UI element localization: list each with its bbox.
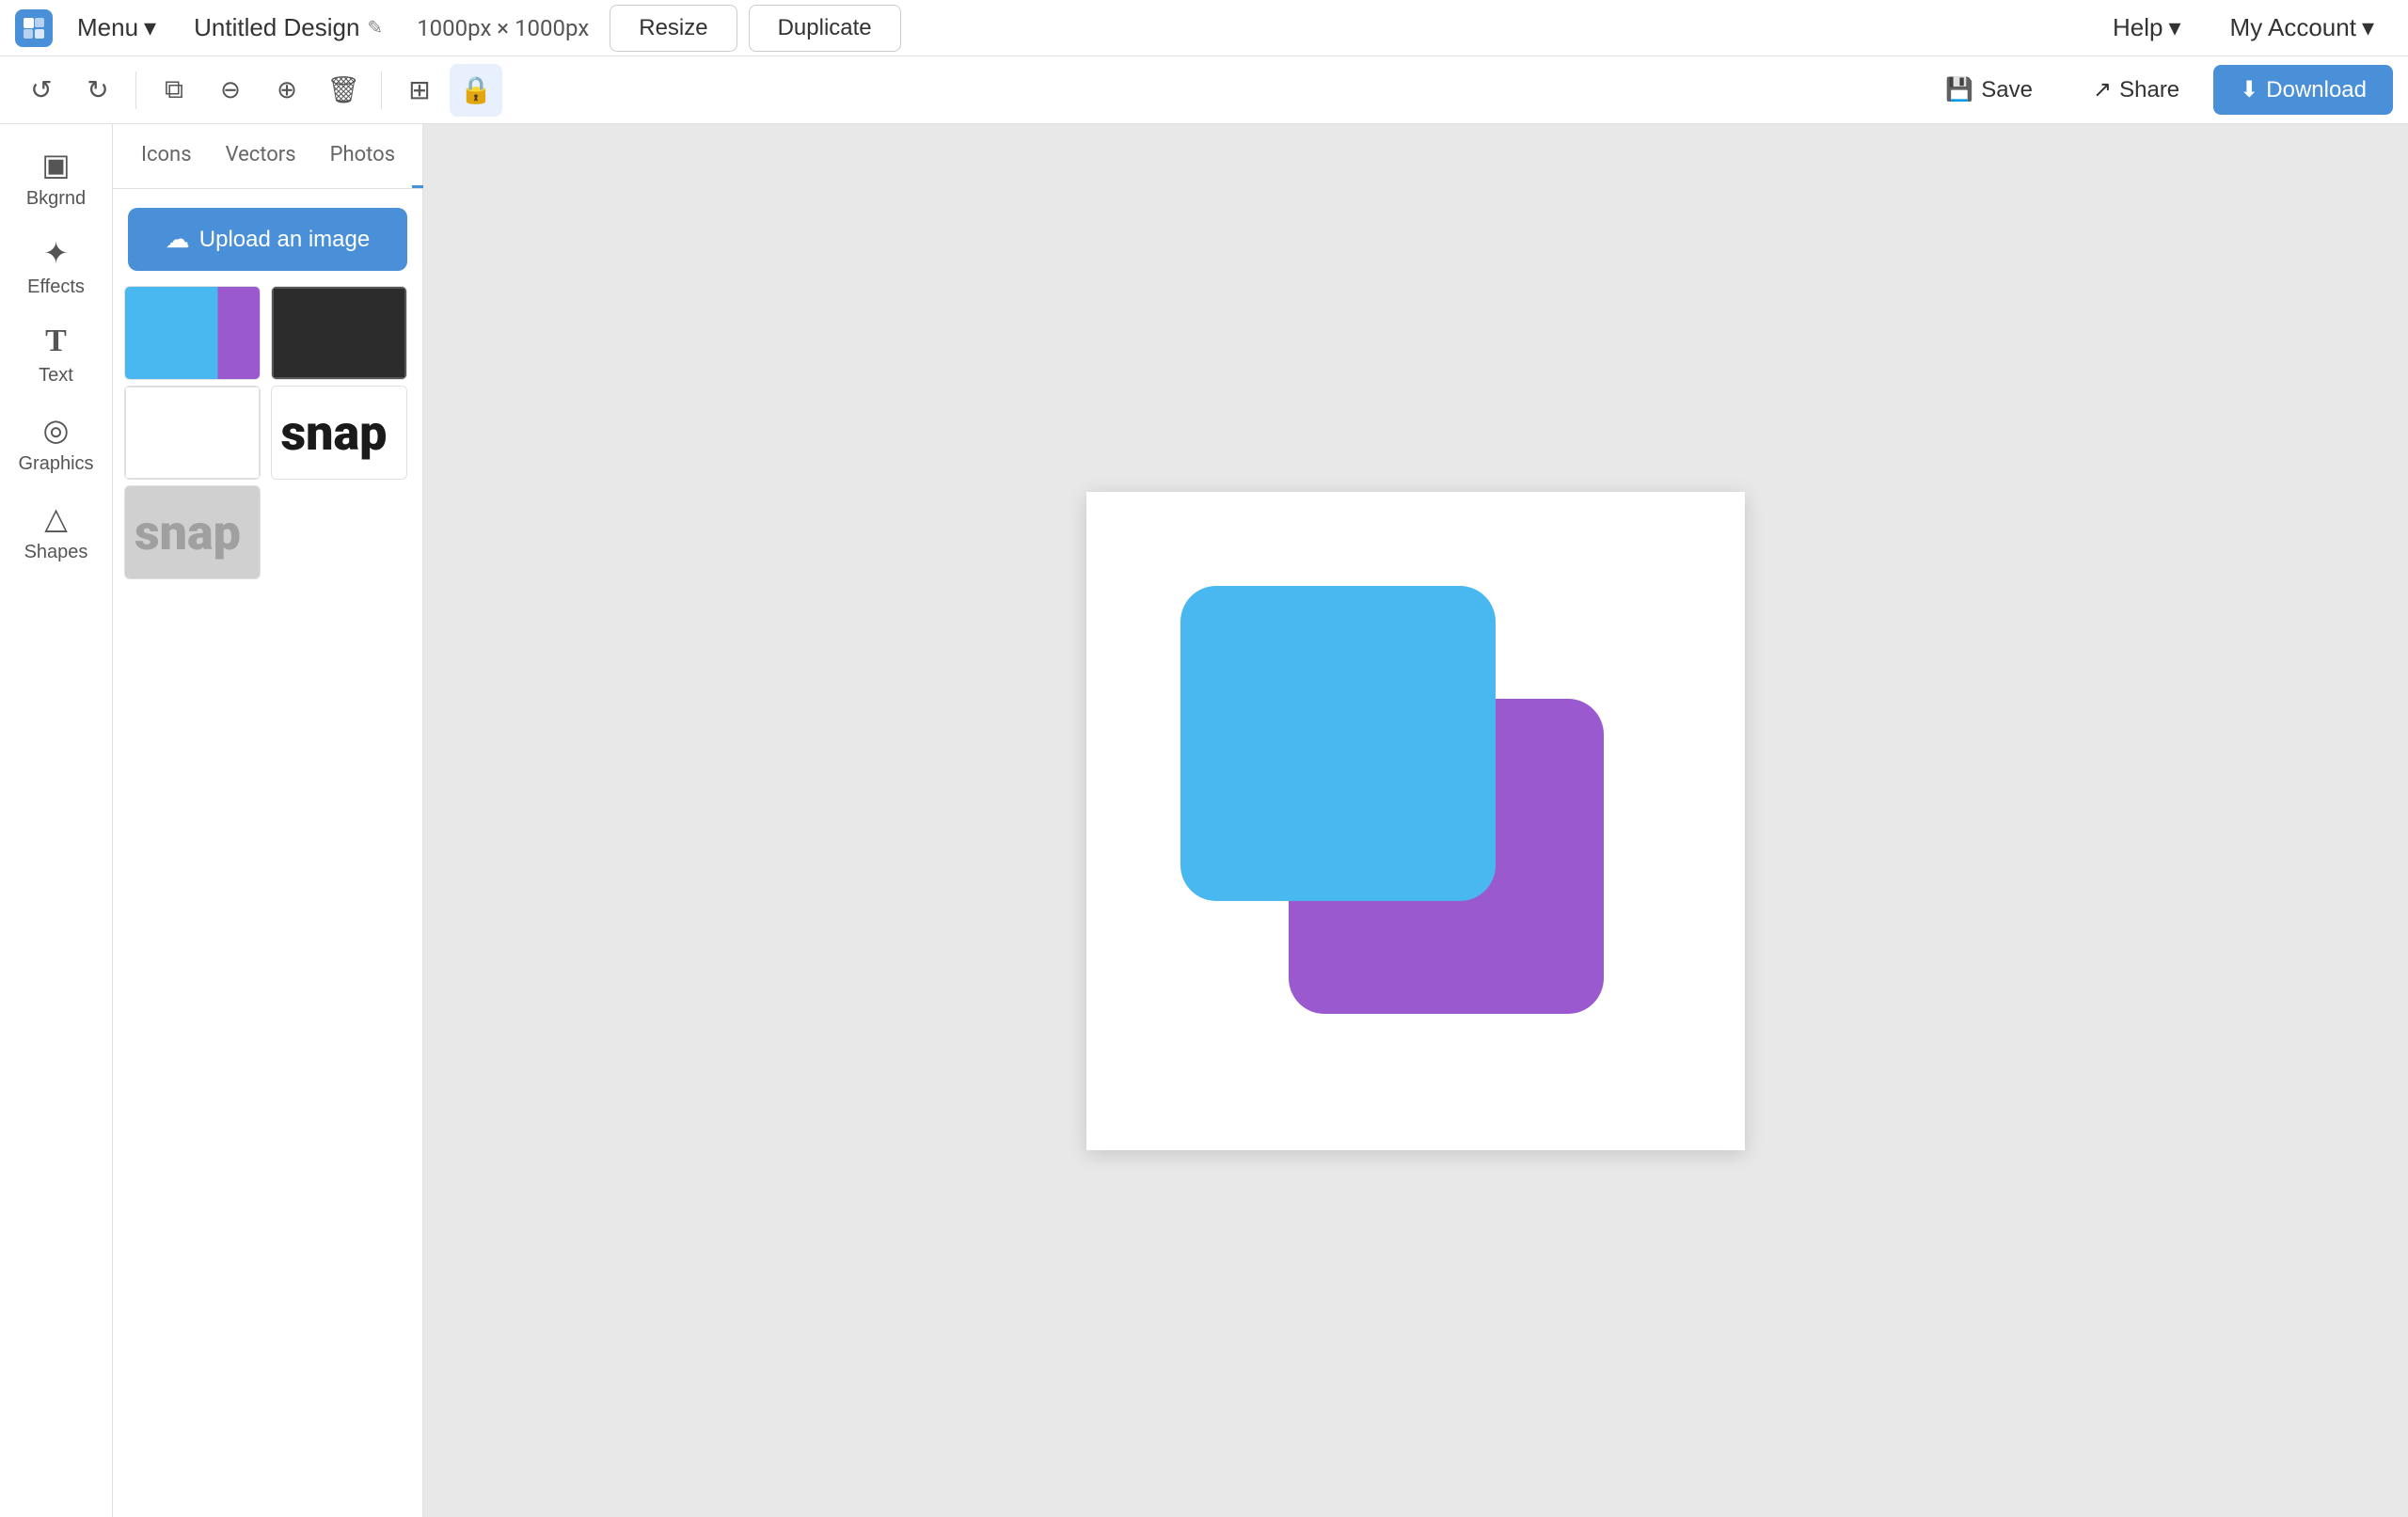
redo-icon: ↻	[87, 74, 108, 105]
thumb-white-preview	[125, 387, 260, 479]
upload-btn-label: Upload an image	[199, 227, 370, 253]
my-account-button[interactable]: My Account ▾	[2211, 4, 2393, 52]
canvas-svg	[1086, 492, 1745, 1150]
text-icon: T	[45, 324, 67, 359]
tabs-row: Icons Vectors Photos Uploads ☆	[113, 124, 422, 189]
help-label: Help	[2113, 13, 2162, 42]
snap-text-black: snap	[281, 404, 388, 462]
layer-down-button[interactable]: ⊖	[204, 64, 257, 117]
upload-thumb-5[interactable]: snap	[124, 485, 261, 579]
header: Menu ▾ Untitled Design ✎ 1000px × 1000px…	[0, 0, 2408, 56]
save-button[interactable]: 💾 Save	[1919, 65, 2059, 115]
layer-up-button[interactable]: ⊕	[261, 64, 313, 117]
toolbar: ↺ ↻ ⧉ ⊖ ⊕ 🗑 ⊞ 🔒 💾 Save ↗	[0, 56, 2408, 124]
lock-button[interactable]: 🔒	[450, 64, 502, 117]
delete-button[interactable]: 🗑	[317, 64, 370, 117]
my-account-label: My Account	[2230, 13, 2356, 42]
tool-text[interactable]: T Text	[9, 312, 103, 397]
logo-icon	[22, 16, 46, 40]
graphics-icon: ◎	[43, 412, 70, 448]
tool-panel: ▣ Bkgrnd ✦ Effects T Text ◎ Graphics △ S…	[0, 124, 113, 1517]
upload-thumb-3[interactable]	[124, 386, 261, 480]
effects-label: Effects	[27, 277, 85, 298]
share-button[interactable]: ↗ Share	[2067, 65, 2206, 115]
toolbar-divider-1	[135, 71, 136, 109]
copy-button[interactable]: ⧉	[148, 64, 200, 117]
grid-button[interactable]: ⊞	[393, 64, 446, 117]
delete-icon: 🗑	[326, 74, 360, 105]
thumb-blue-purple-preview	[125, 287, 260, 379]
resize-button[interactable]: Resize	[610, 5, 737, 52]
main-layout: ▣ Bkgrnd ✦ Effects T Text ◎ Graphics △ S…	[0, 124, 2408, 1517]
tool-graphics[interactable]: ◎ Graphics	[9, 401, 103, 485]
toolbar-right: 💾 Save ↗ Share ⬇ Download	[1919, 65, 2393, 115]
thumb-dark-preview	[272, 287, 406, 379]
tab-photos[interactable]: Photos	[313, 124, 412, 188]
thumb-snap-gray-preview: snap	[125, 486, 260, 578]
undo-icon: ↺	[30, 74, 52, 105]
content-panel: Icons Vectors Photos Uploads ☆ ☁ Upload …	[113, 124, 423, 1517]
tool-shapes[interactable]: △ Shapes	[9, 489, 103, 574]
graphics-label: Graphics	[18, 453, 93, 475]
save-icon: 💾	[1945, 76, 1973, 103]
share-label: Share	[2119, 77, 2179, 103]
my-account-chevron-icon: ▾	[2362, 13, 2374, 42]
effects-icon: ✦	[43, 235, 69, 271]
tool-effects[interactable]: ✦ Effects	[9, 224, 103, 308]
lock-icon: 🔒	[460, 74, 493, 105]
shapes-label: Shapes	[24, 542, 88, 563]
tool-bkgrnd[interactable]: ▣ Bkgrnd	[9, 135, 103, 220]
layer-down-icon: ⊖	[220, 75, 241, 104]
canvas-container[interactable]	[1086, 492, 1745, 1150]
download-button[interactable]: ⬇ Download	[2213, 65, 2393, 115]
text-label: Text	[39, 365, 73, 387]
undo-button[interactable]: ↺	[15, 64, 68, 117]
upload-image-button[interactable]: ☁ Upload an image	[128, 208, 407, 271]
menu-button[interactable]: Menu ▾	[64, 6, 169, 50]
snap-text-gray: snap	[135, 504, 241, 561]
design-title: Untitled Design	[194, 13, 359, 42]
upload-thumb-2[interactable]	[271, 286, 407, 380]
menu-label: Menu	[77, 13, 138, 42]
shapes-icon: △	[44, 500, 68, 536]
bkgrnd-icon: ▣	[41, 147, 70, 182]
title-button[interactable]: Untitled Design ✎	[181, 6, 396, 50]
layer-up-icon: ⊕	[277, 75, 297, 104]
menu-chevron-icon: ▾	[144, 13, 156, 42]
thumb-snap-black-preview: snap	[272, 387, 406, 479]
bkgrnd-label: Bkgrnd	[26, 188, 86, 210]
help-chevron-icon: ▾	[2168, 13, 2180, 42]
share-icon: ↗	[2093, 76, 2112, 103]
upload-cloud-icon: ☁	[166, 225, 190, 254]
app-logo	[15, 9, 53, 47]
tab-vectors[interactable]: Vectors	[209, 124, 313, 188]
download-label: Download	[2266, 77, 2367, 103]
dimensions-label: 1000px × 1000px	[407, 15, 598, 41]
toolbar-divider-2	[381, 71, 382, 109]
tab-icons[interactable]: Icons	[124, 124, 209, 188]
toolbar-left: ↺ ↻ ⧉ ⊖ ⊕ 🗑 ⊞ 🔒	[15, 64, 502, 117]
canvas-area	[423, 124, 2408, 1517]
download-icon: ⬇	[2240, 76, 2258, 103]
duplicate-button[interactable]: Duplicate	[749, 5, 901, 52]
help-button[interactable]: Help ▾	[2094, 4, 2200, 52]
redo-button[interactable]: ↻	[71, 64, 124, 117]
uploads-grid: snap snap	[113, 286, 422, 579]
grid-icon: ⊞	[408, 74, 430, 105]
save-label: Save	[1981, 77, 2033, 103]
upload-thumb-4[interactable]: snap	[271, 386, 407, 480]
edit-title-icon: ✎	[367, 16, 383, 40]
upload-thumb-1[interactable]	[124, 286, 261, 380]
copy-icon: ⧉	[165, 74, 183, 105]
